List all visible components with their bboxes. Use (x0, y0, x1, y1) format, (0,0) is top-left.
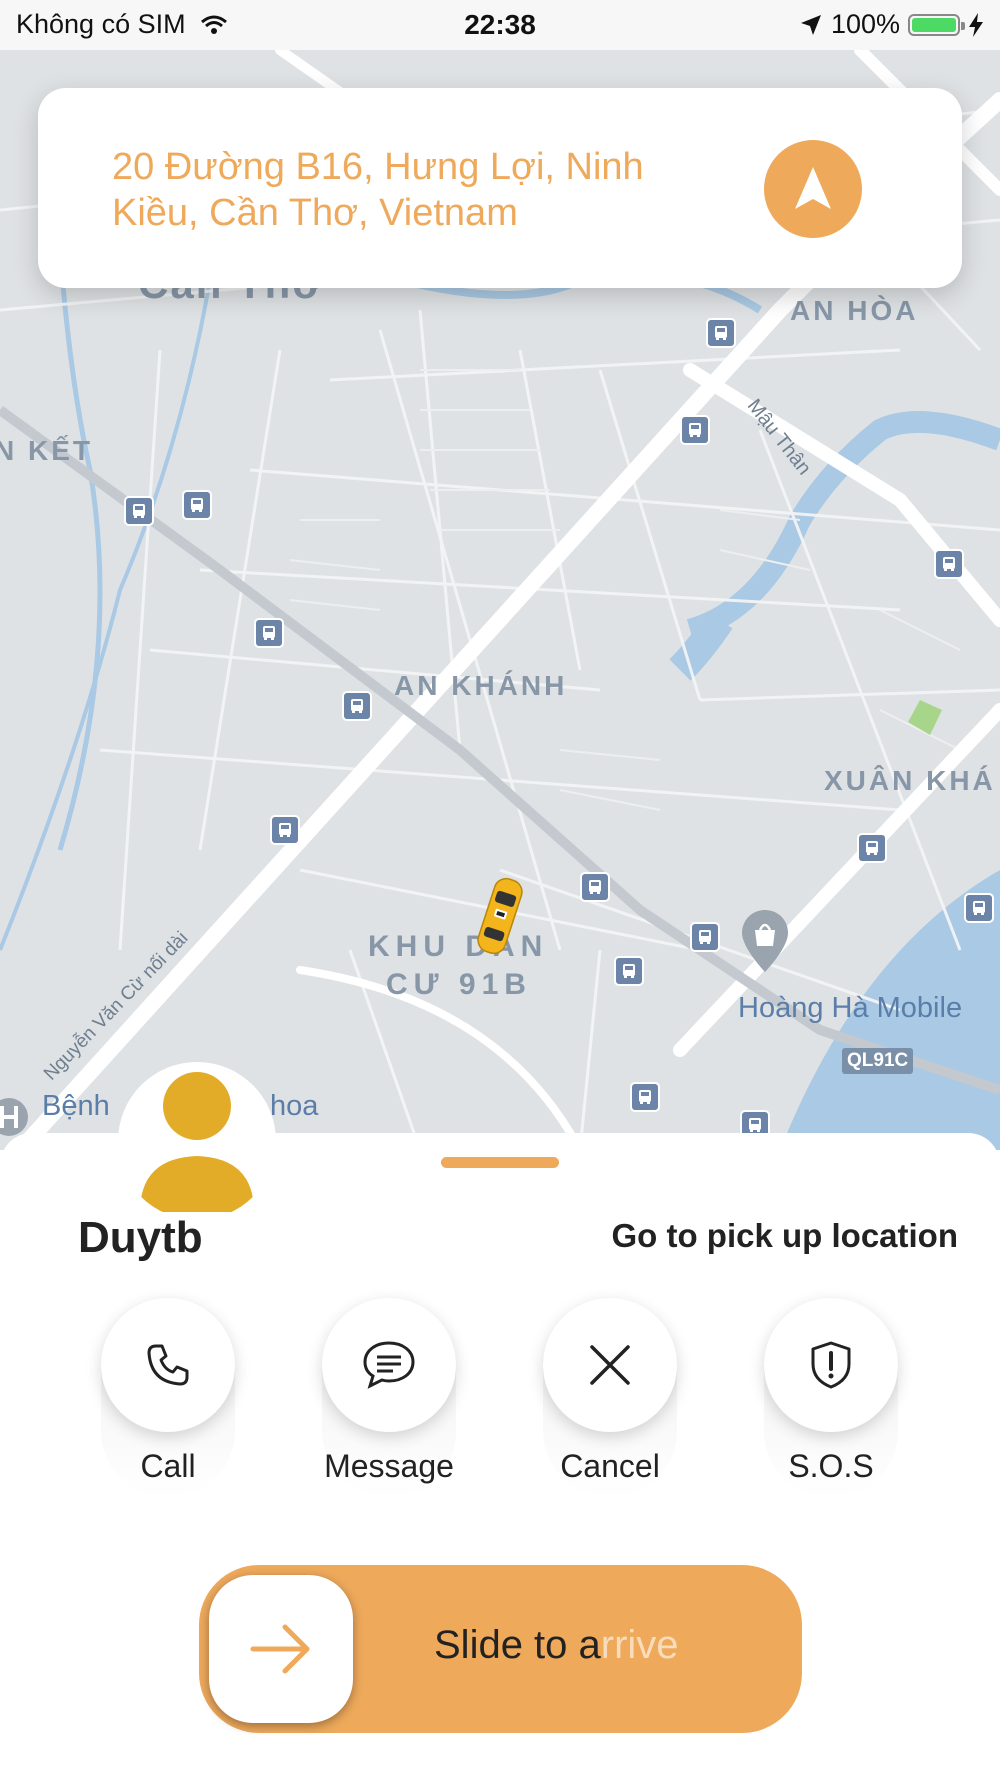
slide-to-arrive-slider[interactable]: Slide to arrive (199, 1565, 802, 1733)
destination-address-card[interactable]: 20 Đường B16, Hưng Lợi, Ninh Kiều, Cần T… (38, 88, 962, 288)
call-label: Call (140, 1448, 196, 1484)
shield-alert-icon (811, 1341, 851, 1389)
map-label-hoa: hoa (270, 1090, 319, 1122)
bus-stop-icon[interactable] (270, 815, 300, 845)
slider-label-fade: rrive (600, 1623, 679, 1667)
bus-stop-icon[interactable] (857, 833, 887, 863)
shopping-pin-icon[interactable] (740, 908, 790, 974)
call-button[interactable]: Call (88, 1298, 248, 1498)
bus-stop-icon[interactable] (680, 415, 710, 445)
bus-stop-icon[interactable] (690, 922, 720, 952)
taxi-car-icon (477, 877, 523, 955)
bus-stop-icon[interactable] (630, 1082, 660, 1112)
map-label-ql91c: QL91C (842, 1048, 914, 1074)
hospital-icon (0, 1098, 28, 1136)
bus-stop-icon[interactable] (182, 490, 212, 520)
destination-address: 20 Đường B16, Hưng Lợi, Ninh Kiều, Cần T… (112, 144, 712, 236)
navigate-button[interactable] (764, 140, 862, 238)
sos-label: S.O.S (788, 1448, 874, 1484)
slider-knob[interactable] (209, 1575, 353, 1723)
address-line-2: Kiều, Cần Thơ, Vietnam (112, 192, 518, 234)
bus-stop-icon[interactable] (124, 496, 154, 526)
navigation-arrow-icon (795, 167, 831, 209)
person-avatar-icon (140, 1072, 254, 1212)
map-label-khu-dan-cu-2: CƯ 91B (386, 968, 532, 1001)
map-label-xuan-kha: XUÂN KHÁ (824, 765, 996, 796)
close-icon (590, 1345, 630, 1385)
status-bar: Không có SIM 22:38 100% (0, 0, 1000, 50)
map-label-hoang-ha: Hoàng Hà Mobile (738, 992, 963, 1024)
battery-percent: 100% (830, 9, 900, 39)
trip-status: Go to pick up location (611, 1217, 959, 1254)
map-label-benh: Bệnh (42, 1090, 110, 1122)
arrow-right-icon (250, 1624, 310, 1674)
chat-bubble-icon (363, 1341, 415, 1389)
message-label: Message (324, 1448, 454, 1484)
slider-label: Slide to arrive (434, 1623, 679, 1668)
driver-avatar (118, 1062, 276, 1220)
driver-name: Duytb (78, 1213, 203, 1262)
charging-bolt-icon (969, 12, 983, 37)
bus-stop-icon[interactable] (614, 956, 644, 986)
message-button[interactable]: Message (309, 1298, 469, 1498)
location-arrow-icon (800, 14, 821, 35)
map-label-an-hoa: AN HÒA (790, 295, 919, 326)
bus-stop-icon[interactable] (964, 893, 994, 923)
slider-label-main: Slide to a (434, 1623, 601, 1667)
phone-icon (147, 1344, 189, 1386)
status-right: 100% (799, 9, 984, 40)
bus-stop-icon[interactable] (934, 549, 964, 579)
battery-icon (908, 13, 965, 36)
bus-stop-icon[interactable] (254, 618, 284, 648)
action-row: Call Message Cancel S.O.S (0, 1298, 1000, 1498)
map-label-ket: N KẾT (0, 435, 93, 466)
bus-stop-icon[interactable] (706, 318, 736, 348)
map-label-an-khanh: AN KHÁNH (394, 670, 568, 701)
sos-button[interactable]: S.O.S (751, 1298, 911, 1498)
drag-handle[interactable] (441, 1157, 559, 1168)
bus-stop-icon[interactable] (342, 691, 372, 721)
cancel-button[interactable]: Cancel (530, 1298, 690, 1498)
address-line-1: 20 Đường B16, Hưng Lợi, Ninh (112, 146, 644, 188)
cancel-label: Cancel (560, 1448, 660, 1484)
trip-bottom-sheet: Duytb Go to pick up location Call Messag… (0, 1133, 1000, 1778)
bus-stop-icon[interactable] (580, 872, 610, 902)
